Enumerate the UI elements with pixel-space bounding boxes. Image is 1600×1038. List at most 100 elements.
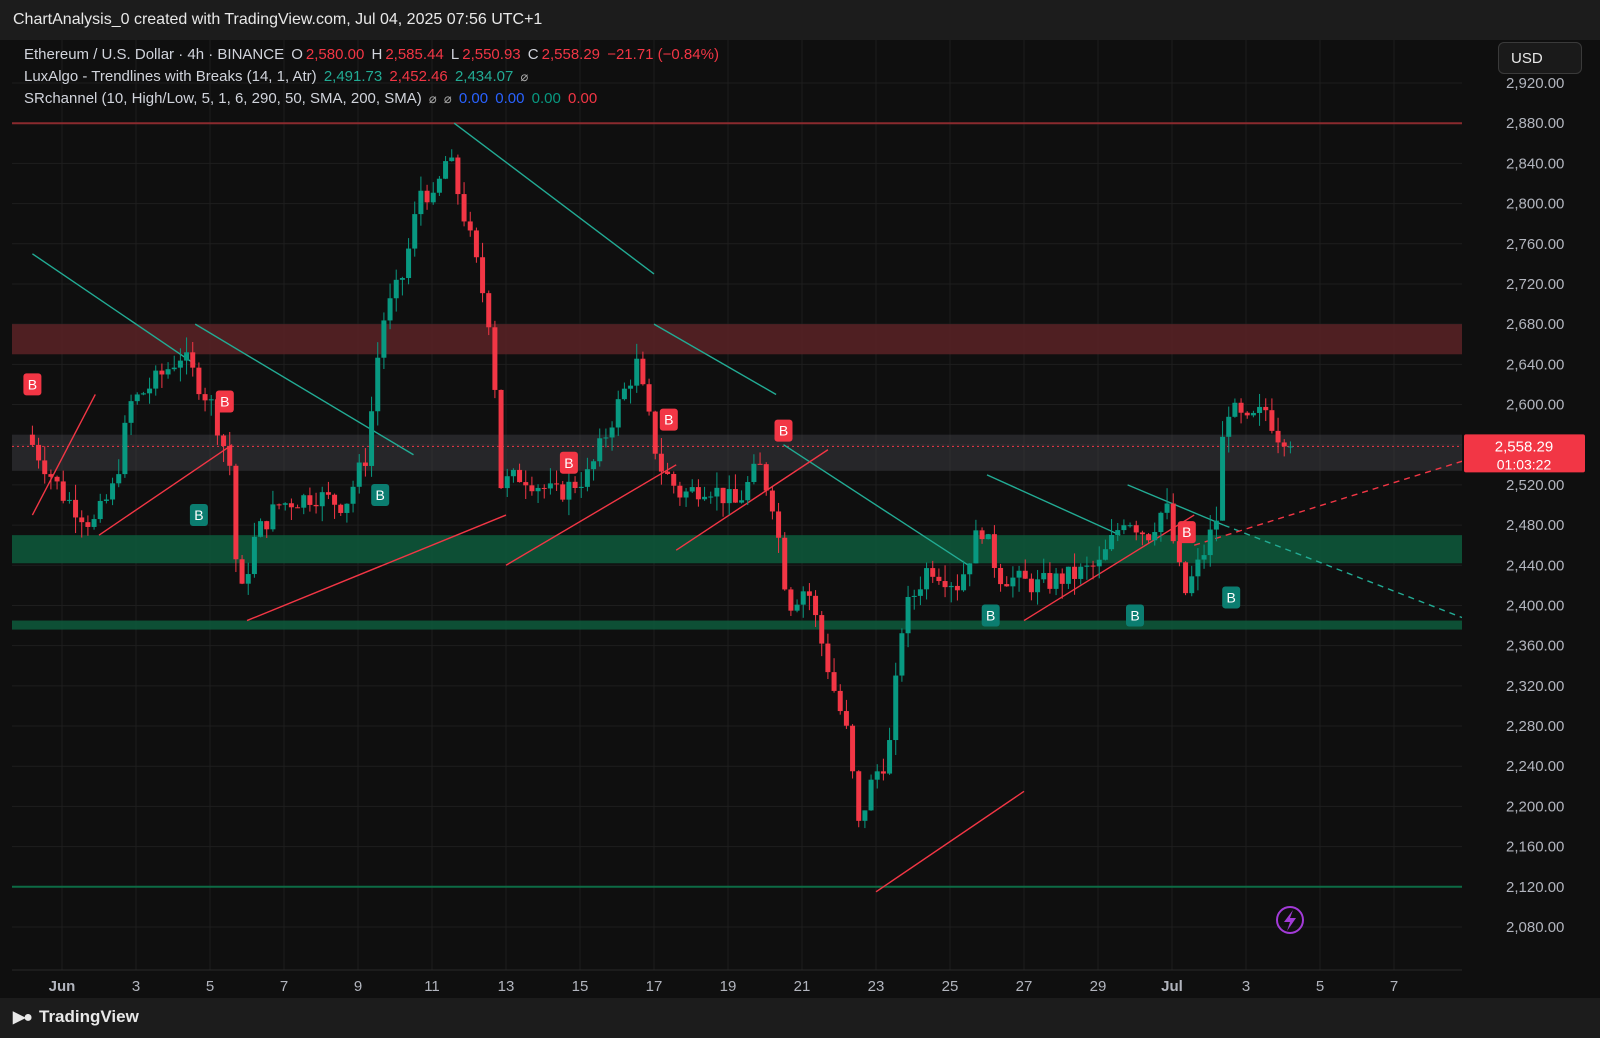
trendline-up: [246, 514, 507, 622]
candle-body: [344, 503, 350, 513]
tradingview-logo[interactable]: ▶● TradingView: [13, 1007, 139, 1027]
candle-body: [535, 487, 541, 492]
candle-body: [1047, 573, 1053, 589]
time-axis-label: 3: [132, 978, 140, 995]
candle-body: [634, 358, 640, 386]
break-label-text: B: [986, 608, 995, 624]
candle-body: [961, 574, 967, 591]
candle-body: [79, 517, 85, 523]
time-axis-label: 27: [1016, 978, 1033, 995]
time-axis-label: 11: [424, 978, 440, 995]
price-axis-label: 2,800.00: [1506, 196, 1564, 213]
candle-body: [776, 511, 782, 538]
break-label-text: B: [564, 455, 573, 471]
candle-body: [887, 740, 893, 774]
candle-body: [825, 643, 831, 673]
candle-body: [498, 389, 504, 489]
candle-body: [517, 469, 523, 483]
candle-body: [66, 499, 72, 501]
candle-body: [529, 485, 535, 492]
candle-body: [1232, 402, 1238, 417]
candle-body: [868, 779, 874, 811]
legend-low: 2,550.93: [462, 46, 521, 63]
legend-change: −21.71 (−0.84%): [607, 46, 719, 63]
candle-body: [874, 771, 880, 780]
candle-body: [325, 492, 331, 495]
candle-body: [1226, 416, 1232, 437]
candle-body: [36, 444, 42, 461]
candle-body: [153, 370, 159, 389]
candle-body: [190, 352, 196, 368]
candle-body: [554, 483, 560, 485]
time-axis-label: 17: [646, 978, 663, 995]
candle-body: [948, 585, 954, 588]
candle-body: [850, 725, 856, 772]
legend-high-label: H: [371, 46, 383, 63]
candle-body: [301, 495, 307, 508]
legend-srchannel-row[interactable]: SRchannel (10, High/Low, 5, 1, 6, 290, 5…: [24, 90, 600, 107]
time-axis-label: 7: [1390, 978, 1398, 995]
candle-body: [399, 278, 405, 280]
candle-body: [967, 563, 973, 575]
time-axis-label: 15: [572, 978, 589, 995]
chart-frame[interactable]: B B B B B B B B B B B 2,920.00 2,880.00 2,840.00 2,800…: [0, 40, 1600, 998]
break-label-text: B: [779, 423, 788, 439]
price-axis-label: 2,280.00: [1506, 718, 1564, 735]
candle-body: [307, 495, 313, 505]
candle-body: [1139, 532, 1145, 535]
candle-body: [1072, 566, 1078, 579]
currency-selector[interactable]: USD: [1498, 42, 1582, 74]
time-axis-label: 7: [280, 978, 288, 995]
hidden-eye-icon[interactable]: ⌀: [521, 69, 529, 84]
hidden-eye-icon[interactable]: ⌀: [429, 91, 437, 106]
candle-body: [48, 474, 54, 477]
price-axis-label: 2,360.00: [1506, 638, 1564, 655]
candle-body: [1281, 442, 1287, 447]
break-label-text: B: [1130, 608, 1139, 624]
legend-low-label: L: [450, 46, 460, 63]
candle-body: [936, 576, 942, 582]
candle-body: [819, 615, 825, 644]
support-zone: [12, 535, 1462, 564]
candle-body: [1109, 535, 1115, 550]
price-axis[interactable]: [1462, 40, 1600, 970]
candle-body: [1207, 529, 1213, 556]
candle-body: [1127, 525, 1133, 527]
candle-body: [196, 367, 202, 395]
legend-luxalgo-value-2: 2,452.46: [389, 68, 448, 85]
break-label-text: B: [194, 507, 203, 523]
trendline-down: [986, 474, 1121, 536]
candle-body: [547, 483, 553, 489]
candle-body: [1183, 562, 1189, 594]
legend-luxalgo-row[interactable]: LuxAlgo - Trendlines with Breaks (14, 1,…: [24, 68, 531, 85]
price-axis-label: 2,920.00: [1506, 75, 1564, 92]
legend-symbol-row[interactable]: Ethereum / U.S. Dollar · 4h · BINANCE O2…: [24, 46, 722, 63]
price-axis-label: 2,240.00: [1506, 758, 1564, 775]
time-axis-label: Jul: [1161, 978, 1183, 995]
hidden-eye-icon[interactable]: ⌀: [444, 91, 452, 106]
candle-body: [1004, 584, 1010, 587]
candle-body: [566, 481, 572, 500]
time-axis-label: 5: [1316, 978, 1324, 995]
price-chart[interactable]: B B B B B B B B B B B 2,920.00 2,880.00 2,840.00 2,800…: [0, 40, 1600, 998]
candle-body: [116, 474, 122, 484]
candle-body: [424, 190, 430, 203]
candle-body: [91, 519, 97, 527]
price-axis-label: 2,120.00: [1506, 879, 1564, 896]
candle-body: [640, 358, 646, 385]
candle-body: [905, 596, 911, 634]
break-label-text: B: [28, 376, 37, 392]
time-axis-label: 19: [720, 978, 737, 995]
header-title: ChartAnalysis_0 created with TradingView…: [13, 11, 543, 28]
candle-body: [991, 534, 997, 568]
candle-body: [1275, 430, 1281, 443]
candle-body: [184, 352, 190, 361]
candle-body: [683, 491, 689, 498]
candle-body: [1263, 406, 1269, 411]
lightning-bolt-icon: [1284, 910, 1296, 931]
candle-body: [572, 481, 578, 488]
candle-body: [393, 279, 399, 299]
candle-body: [449, 157, 455, 162]
price-axis-label: 2,080.00: [1506, 919, 1564, 936]
candle-body: [122, 422, 128, 475]
